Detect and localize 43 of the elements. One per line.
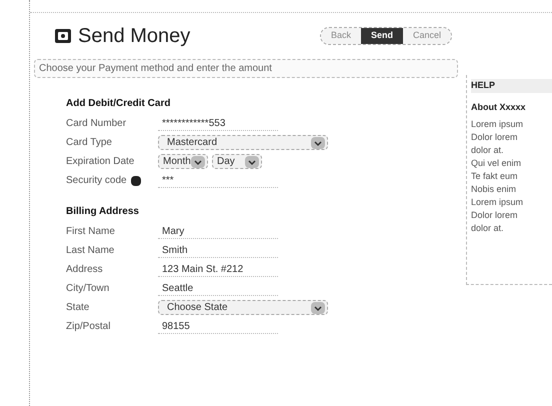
day-select[interactable]: Day — [212, 154, 262, 169]
help-text: Lorem ipsum — [471, 118, 524, 131]
field-label: Card Type — [66, 136, 112, 150]
help-text: dolor at. — [471, 144, 505, 157]
help-title: HELP — [471, 79, 552, 92]
help-text: Lorem ipsum — [471, 196, 524, 209]
help-text: Nobis enim — [471, 183, 518, 196]
input-field[interactable]: Mary — [158, 224, 278, 239]
money-icon — [54, 28, 72, 44]
section-heading: Add Debit/Credit Card — [66, 97, 172, 111]
help-text: Dolor lorem — [471, 209, 519, 222]
help-text: Dolor lorem — [471, 131, 519, 144]
dropdown-arrow-icon — [311, 136, 325, 148]
input-field[interactable]: Smith — [158, 243, 278, 258]
input-field[interactable]: 123 Main St. #212 — [158, 262, 278, 277]
instructions-banner: Choose your Payment method and enter the amount — [34, 59, 458, 78]
field-label: Expiration Date — [66, 155, 134, 169]
help-text: Qui vel enim — [471, 157, 522, 170]
field-label: Security code — [66, 174, 127, 188]
input-field[interactable]: *** — [158, 173, 278, 188]
help-heading: About Xxxxx — [471, 100, 527, 114]
help-text: dolor at. — [471, 222, 505, 235]
month-select[interactable]: Month — [158, 154, 208, 169]
dropdown-arrow-icon — [311, 302, 325, 314]
field-label: Card Number — [66, 117, 126, 131]
help-text: Te fakt eum — [471, 170, 519, 183]
section-heading: Billing Address — [66, 205, 140, 219]
select-field[interactable]: Mastercard — [158, 135, 328, 150]
select-field[interactable]: Choose State — [158, 300, 328, 315]
page-title: Send Money — [78, 24, 190, 49]
help-icon[interactable] — [130, 176, 141, 186]
dropdown-arrow-icon — [245, 156, 259, 168]
field-label: First Name — [66, 225, 115, 239]
dropdown-arrow-icon — [191, 156, 205, 168]
input-field[interactable]: ************553 — [158, 116, 278, 131]
field-label: Last Name — [66, 244, 114, 258]
field-label: State — [66, 301, 90, 315]
step-tab[interactable]: Send — [360, 28, 403, 44]
input-field[interactable]: Seattle — [158, 281, 278, 296]
field-label: Address — [66, 263, 103, 277]
input-field[interactable]: 98155 — [158, 319, 278, 334]
field-label: City/Town — [66, 282, 110, 296]
field-label: Zip/Postal — [66, 320, 110, 334]
